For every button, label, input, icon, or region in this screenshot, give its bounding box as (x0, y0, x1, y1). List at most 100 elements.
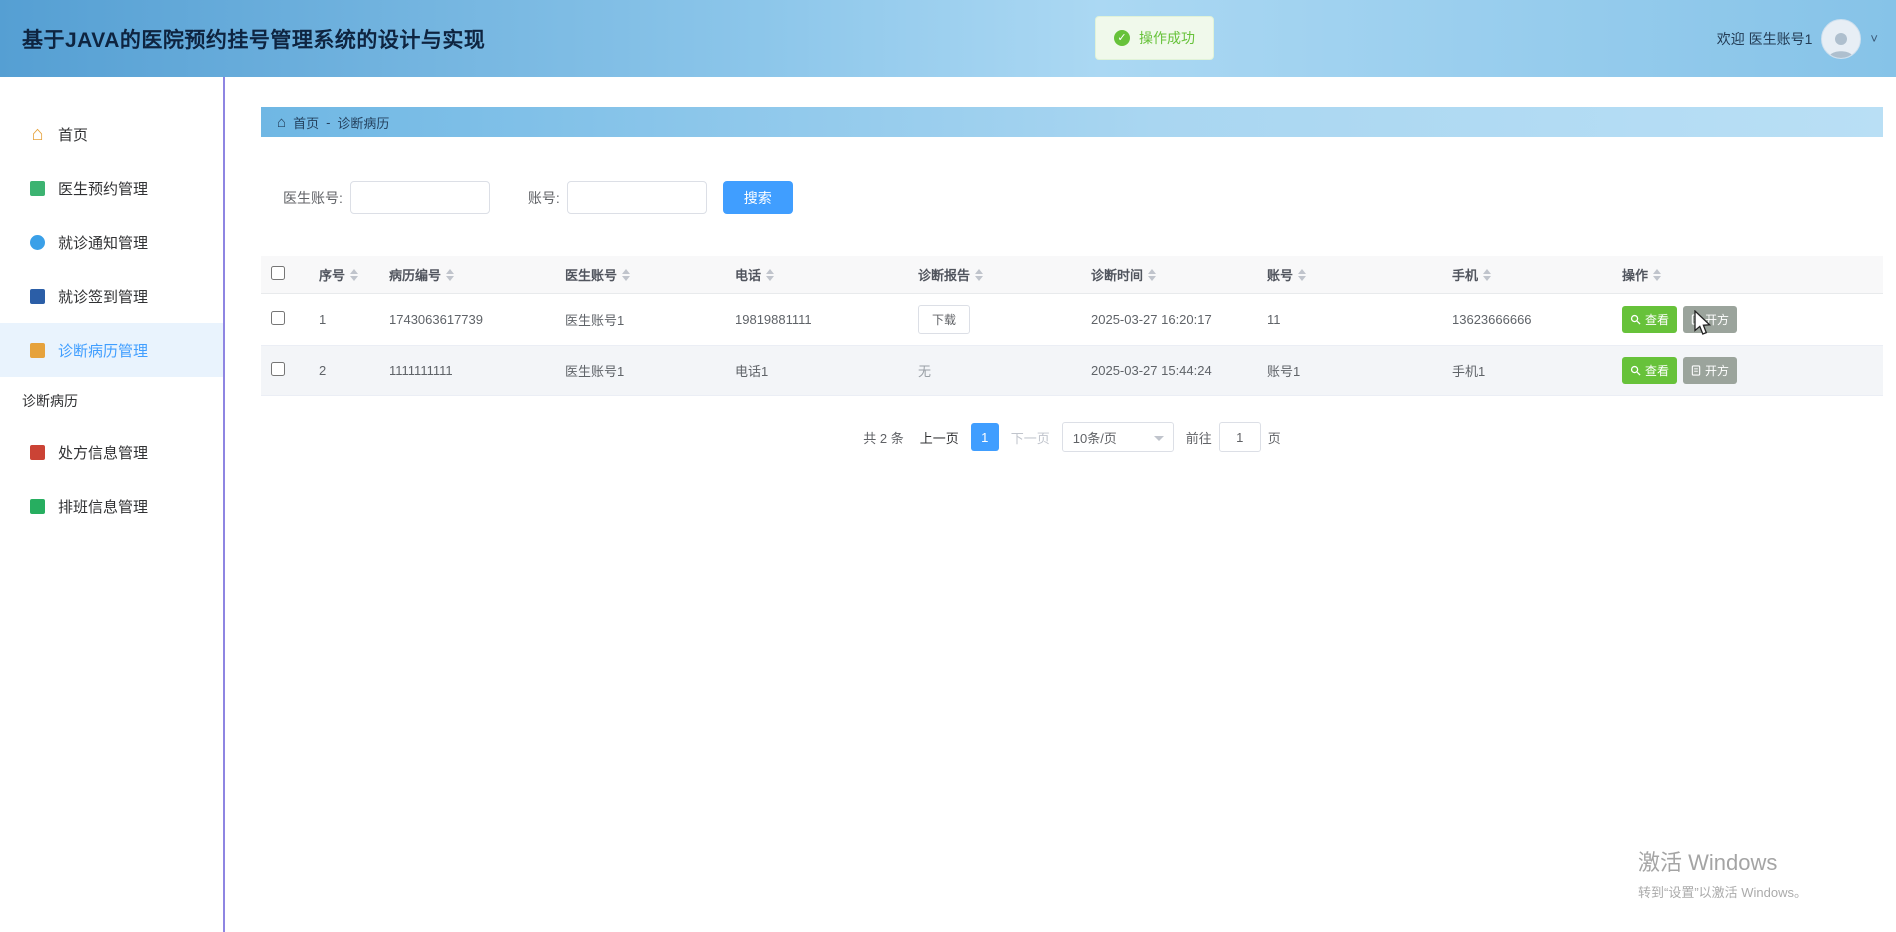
cell-doctor-account: 医生账号1 (555, 293, 725, 346)
prescribe-button[interactable]: 开方 (1683, 306, 1738, 333)
cell-record-no: 1111111111 (379, 345, 555, 396)
sort-icon (1298, 268, 1307, 281)
sidebar-item-visit-checkin[interactable]: 就诊签到管理 (0, 269, 223, 323)
col-mobile[interactable]: 手机 (1442, 256, 1612, 294)
col-account[interactable]: 账号 (1257, 256, 1442, 294)
goto-page-input[interactable] (1218, 422, 1261, 452)
records-icon (30, 342, 45, 358)
cell-index: 1 (309, 293, 379, 346)
cell-phone: 电话1 (725, 345, 908, 396)
sidebar-item-label: 就诊通知管理 (58, 234, 149, 252)
person-icon (1829, 32, 1854, 58)
prescription-icon (30, 444, 45, 460)
main-content: ⌂ 首页 - 诊断病历 医生账号: 账号: 搜索 序号 病历编号 医生账号 电话… (225, 77, 1896, 932)
schedule-icon (30, 498, 45, 514)
col-doctor-account[interactable]: 医生账号 (555, 256, 725, 294)
prev-page-button[interactable]: 上一页 (920, 428, 959, 447)
breadcrumb: ⌂ 首页 - 诊断病历 (261, 107, 1883, 137)
doctor-account-label: 医生账号: (283, 189, 343, 206)
sidebar-subitem-diagnosis-record[interactable]: 诊断病历 (0, 377, 223, 425)
pagination: 共 2 条 上一页 1 下一页 10条/页 前往 页 (261, 422, 1883, 452)
sidebar-item-label: 首页 (58, 126, 89, 144)
cell-doctor-account: 医生账号1 (555, 345, 725, 396)
cell-record-no: 1743063617739 (379, 293, 555, 346)
welcome-text: 欢迎 医生账号1 (1716, 30, 1813, 47)
goto-page: 前往 页 (1186, 422, 1281, 452)
sidebar: ⌂ 首页 医生预约管理 就诊通知管理 就诊签到管理 诊断病历管理 诊断病历 处方… (0, 77, 225, 932)
account-input[interactable] (566, 181, 707, 214)
appointment-icon (30, 180, 45, 196)
sidebar-item-label: 医生预约管理 (58, 180, 149, 198)
sidebar-item-home[interactable]: ⌂ 首页 (0, 107, 223, 161)
pagination-total: 共 2 条 (863, 430, 904, 446)
page: 基于JAVA的医院预约挂号管理系统的设计与实现 ✓ 操作成功 欢迎 医生账号1 … (0, 0, 1896, 932)
download-button[interactable]: 下载 (918, 305, 971, 334)
prescribe-button[interactable]: 开方 (1683, 357, 1738, 384)
sidebar-item-prescription-info[interactable]: 处方信息管理 (0, 425, 223, 479)
search-button[interactable]: 搜索 (722, 181, 793, 214)
cell-account: 11 (1257, 293, 1442, 346)
table-header-row: 序号 病历编号 医生账号 电话 诊断报告 诊断时间 账号 手机 操作 (261, 256, 1883, 294)
sidebar-subitem-label: 诊断病历 (22, 393, 78, 409)
sidebar-item-visit-notifications[interactable]: 就诊通知管理 (0, 215, 223, 269)
app-header: 基于JAVA的医院预约挂号管理系统的设计与实现 ✓ 操作成功 欢迎 医生账号1 … (0, 0, 1896, 77)
table-row: 2 1111111111 医生账号1 电话1 无 2025-03-27 15:4… (261, 345, 1883, 396)
col-phone[interactable]: 电话 (725, 256, 908, 294)
user-avatar[interactable] (1821, 18, 1862, 59)
select-arrow-icon (1153, 436, 1164, 441)
no-report-text: 无 (918, 364, 932, 379)
sort-icon (622, 268, 631, 281)
col-time[interactable]: 诊断时间 (1081, 256, 1257, 294)
sidebar-item-label: 处方信息管理 (58, 444, 149, 462)
breadcrumb-home[interactable]: 首页 (293, 113, 319, 132)
row-checkbox[interactable] (271, 362, 285, 376)
sidebar-item-label: 就诊签到管理 (58, 288, 149, 306)
account-label: 账号: (527, 189, 560, 206)
user-area: 欢迎 医生账号1 ˅ (1717, 0, 1878, 77)
cell-time: 2025-03-27 16:20:17 (1081, 293, 1257, 346)
sidebar-item-diagnosis-records[interactable]: 诊断病历管理 (0, 323, 223, 377)
table-row: 1 1743063617739 医生账号1 19819881111 下载 202… (261, 293, 1883, 346)
cell-phone: 19819881111 (725, 293, 908, 346)
magnifier-icon (1630, 314, 1641, 325)
sort-icon (1483, 268, 1492, 281)
col-actions[interactable]: 操作 (1612, 256, 1883, 294)
sidebar-item-label: 诊断病历管理 (58, 342, 149, 360)
doctor-account-input[interactable] (349, 181, 490, 214)
cell-mobile: 13623666666 (1442, 293, 1612, 346)
document-icon (1691, 314, 1701, 325)
breadcrumb-separator: - (326, 114, 331, 130)
select-all-checkbox[interactable] (271, 266, 285, 280)
records-table: 序号 病历编号 医生账号 电话 诊断报告 诊断时间 账号 手机 操作 1 174… (261, 256, 1883, 396)
breadcrumb-current: 诊断病历 (337, 115, 390, 131)
app-title: 基于JAVA的医院预约挂号管理系统的设计与实现 (22, 28, 486, 52)
toast-message: 操作成功 (1139, 30, 1195, 46)
next-page-button[interactable]: 下一页 (1011, 428, 1050, 447)
page-size-value: 10条/页 (1072, 430, 1117, 446)
sort-icon (766, 268, 775, 281)
search-bar: 医生账号: 账号: 搜索 (261, 181, 1883, 214)
breadcrumb-home-icon[interactable]: ⌂ (277, 115, 286, 130)
chevron-down-icon[interactable]: ˅ (1870, 31, 1878, 46)
checkin-icon (30, 288, 45, 304)
sort-icon (1653, 268, 1662, 281)
sidebar-item-schedule-info[interactable]: 排班信息管理 (0, 479, 223, 533)
magnifier-icon (1630, 365, 1641, 376)
sidebar-item-doctor-appointments[interactable]: 医生预约管理 (0, 161, 223, 215)
goto-label: 前往 (1185, 430, 1212, 446)
sort-icon (446, 268, 455, 281)
page-number-1[interactable]: 1 (970, 423, 999, 451)
view-button[interactable]: 查看 (1622, 357, 1678, 384)
sort-icon (975, 268, 984, 281)
success-check-icon: ✓ (1114, 30, 1130, 46)
page-size-select[interactable]: 10条/页 (1061, 422, 1174, 452)
cell-account: 账号1 (1257, 345, 1442, 396)
row-checkbox[interactable] (271, 311, 285, 325)
sort-icon (350, 268, 359, 281)
document-icon (1691, 365, 1701, 376)
view-button[interactable]: 查看 (1622, 306, 1678, 333)
col-index[interactable]: 序号 (309, 256, 379, 294)
col-report[interactable]: 诊断报告 (908, 256, 1081, 294)
cell-index: 2 (309, 345, 379, 396)
col-record-no[interactable]: 病历编号 (379, 256, 555, 294)
